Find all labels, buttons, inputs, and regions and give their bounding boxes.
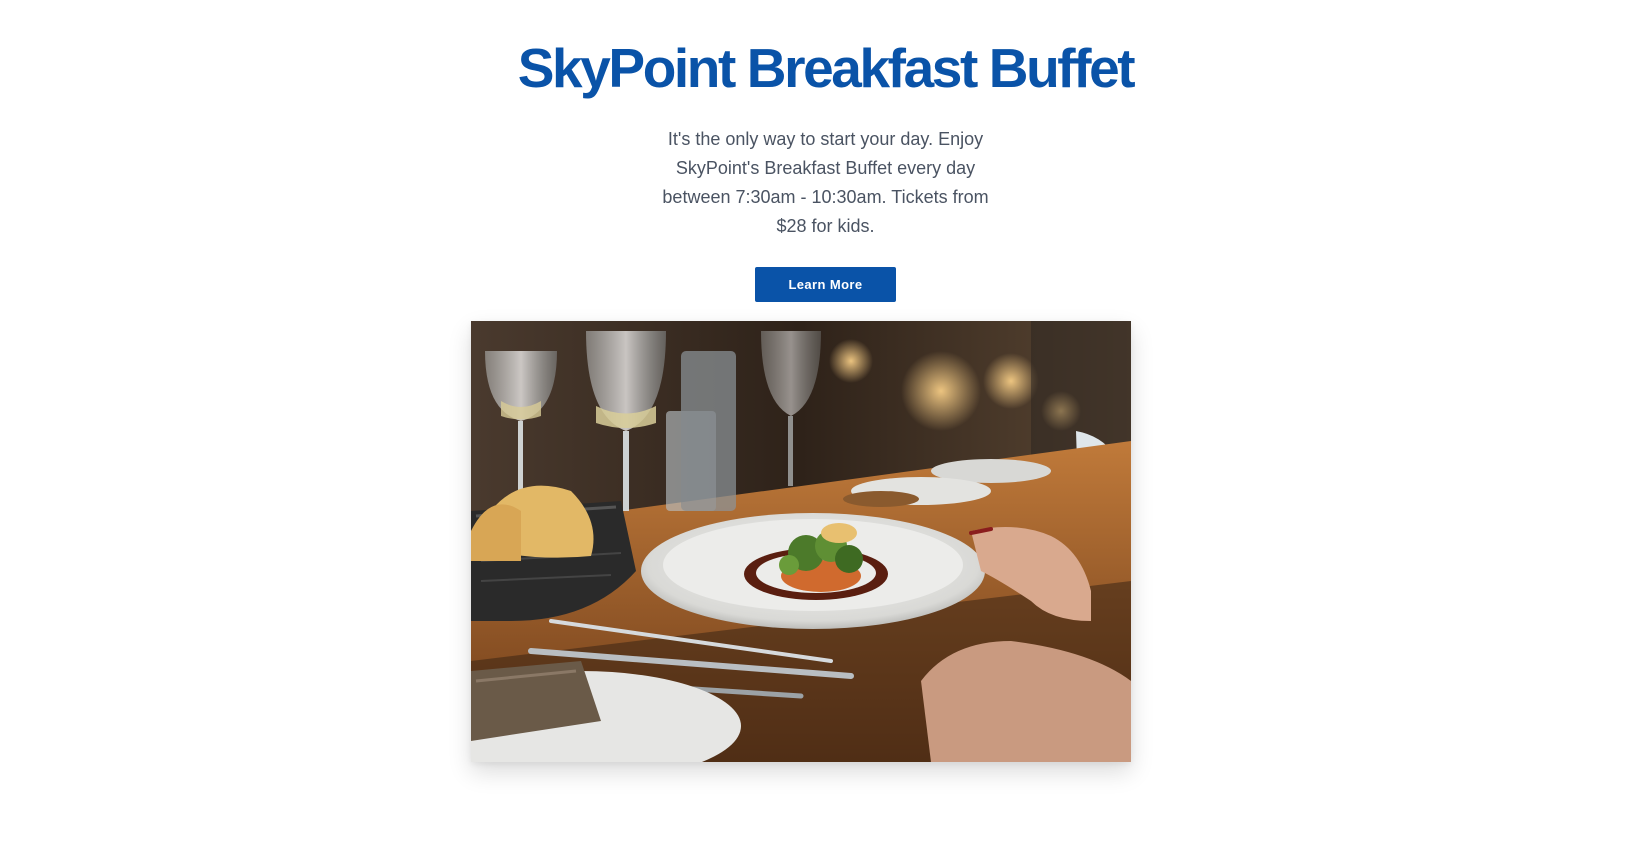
hero-description: It's the only way to start your day. Enj… — [662, 129, 989, 236]
hero-section: SkyPoint Breakfast Buffet It's the only … — [0, 0, 1651, 302]
learn-more-button[interactable]: Learn More — [755, 267, 896, 302]
hero-photo — [471, 321, 1131, 762]
page-title: SkyPoint Breakfast Buffet — [517, 37, 1136, 99]
page: SkyPoint Breakfast Buffet It's the only … — [0, 0, 1651, 843]
dining-table-image — [471, 321, 1131, 762]
